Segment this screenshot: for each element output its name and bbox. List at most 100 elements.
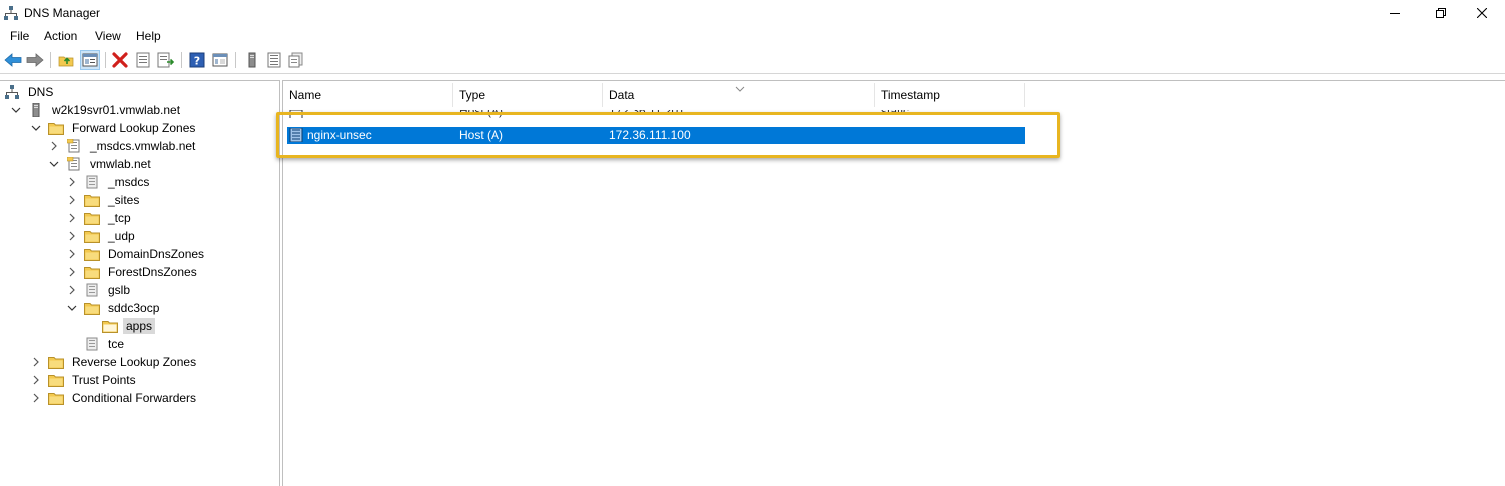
column-header-type[interactable]: Type (453, 83, 603, 107)
console-icon[interactable] (210, 50, 230, 70)
tree-item-reverse-lookup-zones[interactable]: Reverse Lookup Zones (30, 353, 199, 371)
toolbar-separator (50, 52, 51, 68)
chevron-right-icon[interactable] (30, 356, 42, 368)
chevron-down-icon[interactable] (66, 302, 78, 314)
dns-manager-icon (4, 6, 18, 20)
restore-button[interactable] (1418, 0, 1464, 26)
chevron-down-icon[interactable] (10, 104, 22, 116)
chevron-right-icon[interactable] (30, 392, 42, 404)
server-icon[interactable] (242, 50, 262, 70)
chevron-right-icon[interactable] (66, 194, 78, 206)
folder-icon (48, 355, 64, 369)
tree-item-tcp[interactable]: _tcp (66, 209, 134, 227)
menu-action[interactable]: Action (44, 29, 77, 43)
zone-icon (66, 157, 82, 171)
folder-icon (84, 265, 100, 279)
chevron-right-icon[interactable] (66, 230, 78, 242)
tree-label: vmwlab.net (90, 157, 151, 171)
folder-icon (84, 193, 100, 207)
tree-item-trust-points[interactable]: Trust Points (30, 371, 139, 389)
forward-icon[interactable] (25, 50, 45, 70)
menu-bar: File Action View Help (0, 26, 1505, 46)
record-type: Host (A) (459, 110, 504, 118)
server-icon (28, 103, 44, 117)
tree-label: _udp (108, 229, 135, 243)
folder-icon (84, 301, 100, 315)
tree-label: apps (123, 318, 156, 334)
menu-view[interactable]: View (95, 29, 121, 43)
tree-item-dns[interactable]: DNS (4, 83, 56, 101)
menu-file[interactable]: File (10, 29, 29, 43)
tree-label: Trust Points (72, 373, 136, 387)
tree-item-conditional-forwarders[interactable]: Conditional Forwarders (30, 389, 199, 407)
svg-text:?: ? (194, 55, 200, 68)
list-icon[interactable] (264, 50, 284, 70)
chevron-right-icon[interactable] (66, 212, 78, 224)
delete-icon[interactable] (110, 50, 130, 70)
back-icon[interactable] (3, 50, 23, 70)
tree-item-sites[interactable]: _sites (66, 191, 142, 209)
host-record-icon (289, 110, 303, 118)
tree-label: DomainDnsZones (108, 247, 205, 261)
close-button[interactable] (1459, 0, 1505, 26)
toolbar-separator (105, 52, 106, 68)
window-title: DNS Manager (24, 6, 101, 20)
chevron-right-icon[interactable] (66, 284, 78, 296)
record-list[interactable]: Name Type Data Timestamp Host (A) 172.36… (282, 80, 1505, 486)
tree-item-msdcs[interactable]: _msdcs (66, 173, 152, 191)
export-list-icon[interactable] (156, 50, 176, 70)
tree-item-domaindnszones[interactable]: DomainDnsZones (66, 245, 207, 263)
menu-help[interactable]: Help (136, 29, 161, 43)
chevron-right-icon[interactable] (66, 176, 78, 188)
tree-item-forward-lookup-zones[interactable]: Forward Lookup Zones (30, 119, 198, 137)
tree-item-apps[interactable]: apps (84, 317, 156, 335)
sort-indicator-icon (735, 81, 745, 95)
show-hide-tree-icon[interactable] (80, 50, 100, 70)
tree-label: Reverse Lookup Zones (72, 355, 197, 369)
chevron-right-icon[interactable] (66, 248, 78, 260)
folder-icon (48, 121, 64, 135)
tree-label: tce (108, 337, 125, 351)
record-type: Host (A) (459, 128, 504, 142)
table-row[interactable]: nginx-unsec Host (A) 172.36.111.100 (287, 127, 1025, 144)
folder-icon (48, 391, 64, 405)
delegated-zone-icon (84, 175, 100, 189)
up-folder-icon[interactable] (56, 50, 76, 70)
folder-open-icon (102, 319, 118, 333)
console-tree[interactable]: DNS w2k19svr01.vmwlab.net Forward Lookup… (0, 80, 280, 486)
tree-item-server[interactable]: w2k19svr01.vmwlab.net (10, 101, 183, 119)
chevron-down-icon[interactable] (30, 122, 42, 134)
records-icon[interactable] (286, 50, 306, 70)
close-icon (1477, 8, 1487, 18)
tree-item-sddc3ocp[interactable]: sddc3ocp (66, 299, 162, 317)
column-header-timestamp[interactable]: Timestamp (875, 83, 1025, 107)
column-header-name[interactable]: Name (283, 83, 453, 107)
table-row[interactable]: Host (A) 172.36.11.201 static (287, 110, 1025, 118)
tree-label: DNS (28, 85, 54, 99)
chevron-down-icon[interactable] (48, 158, 60, 170)
zone-icon (66, 139, 82, 153)
chevron-right-icon[interactable] (66, 266, 78, 278)
tree-label: _tcp (108, 211, 131, 225)
record-data: 172.36.11.201 (609, 110, 685, 118)
properties-icon[interactable] (133, 50, 153, 70)
title-bar: DNS Manager (0, 0, 1505, 26)
tree-label: Forward Lookup Zones (72, 121, 196, 135)
tree-item-gslb[interactable]: gslb (66, 281, 133, 299)
toolbar-separator (235, 52, 236, 68)
tree-item-tce[interactable]: tce (66, 335, 127, 353)
tree-label: w2k19svr01.vmwlab.net (52, 103, 181, 117)
tree-label: sddc3ocp (108, 301, 160, 315)
chevron-right-icon[interactable] (30, 374, 42, 386)
toolbar: ? (0, 46, 1505, 74)
tree-label: ForestDnsZones (108, 265, 197, 279)
chevron-right-icon[interactable] (48, 140, 60, 152)
help-icon[interactable]: ? (187, 50, 207, 70)
tree-label: gslb (108, 283, 131, 297)
tree-item-udp[interactable]: _udp (66, 227, 138, 245)
record-data: 172.36.111.100 (609, 128, 691, 142)
tree-item-msdcs-zone[interactable]: _msdcs.vmwlab.net (48, 137, 198, 155)
minimize-button[interactable] (1372, 0, 1418, 26)
tree-item-vmwlab-zone[interactable]: vmwlab.net (48, 155, 154, 173)
tree-item-forestdnszones[interactable]: ForestDnsZones (66, 263, 200, 281)
